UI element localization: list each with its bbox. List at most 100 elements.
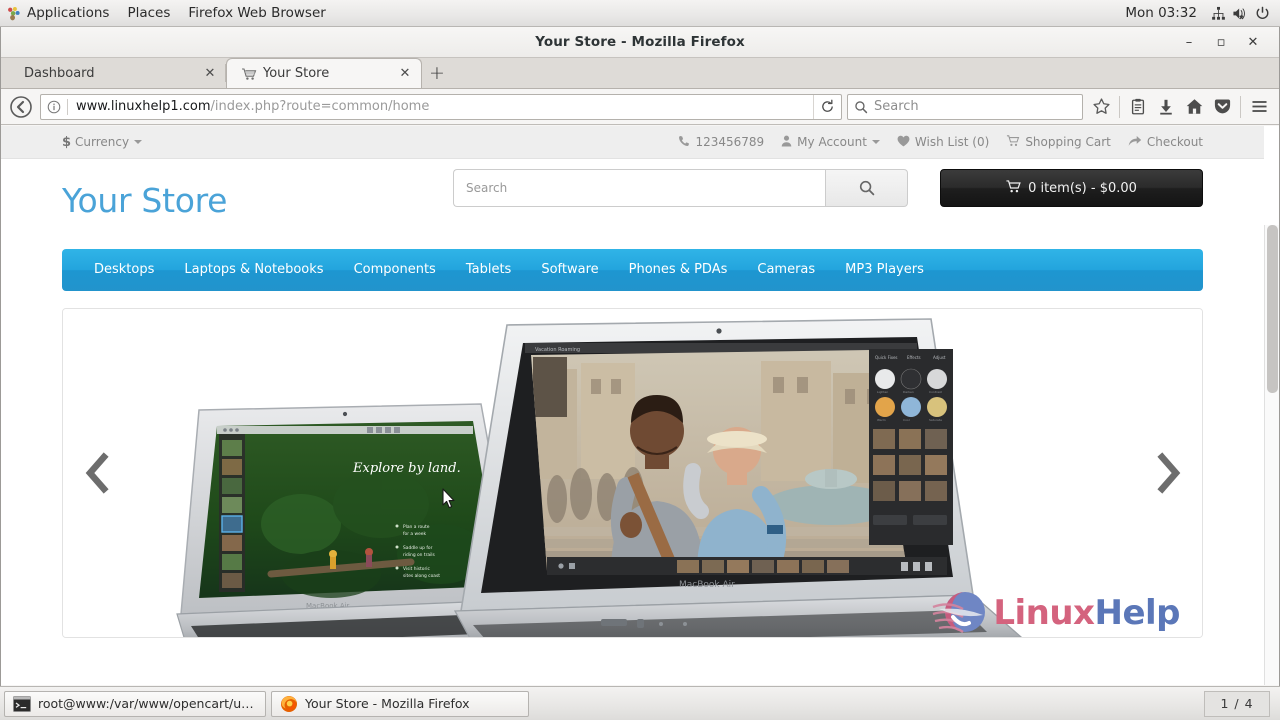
tab-strip: Dashboard ✕ Your Store ✕ +	[1, 58, 1279, 89]
svg-text:Vacation Roaming: Vacation Roaming	[535, 347, 580, 353]
currency-selector[interactable]: $ Currency	[62, 134, 143, 150]
svg-text:Saddle up for: Saddle up for	[403, 545, 433, 551]
taskbar-item-firefox[interactable]: Your Store - Mozilla Firefox	[271, 690, 529, 717]
maximize-button[interactable]: ▫	[1205, 27, 1237, 58]
phone-icon	[678, 135, 695, 150]
checkout-label: Checkout	[1146, 135, 1203, 149]
downloads-icon[interactable]	[1152, 93, 1180, 121]
heart-icon	[897, 135, 915, 150]
cart-total-label: 0 item(s) - $0.00	[1028, 180, 1137, 196]
nav-item-phones-pdas[interactable]: Phones & PDAs	[614, 249, 743, 291]
applications-menu[interactable]: Applications	[0, 0, 118, 27]
store-logo[interactable]: Your Store	[62, 181, 227, 220]
tab-your-store[interactable]: Your Store ✕	[226, 58, 422, 88]
taskbar-item-terminal-label: root@www:/var/www/opencart/upl...	[38, 696, 257, 711]
cart-total-button[interactable]: 0 item(s) - $0.00	[940, 169, 1203, 207]
power-icon[interactable]	[1251, 0, 1273, 27]
tab-dashboard-label: Dashboard	[24, 65, 95, 81]
url-host: www.linuxhelp1.com	[76, 99, 211, 114]
taskbar-item-terminal[interactable]: root@www:/var/www/opencart/upl...	[4, 690, 266, 717]
page-scrollbar[interactable]	[1264, 225, 1279, 685]
window-list-taskbar: root@www:/var/www/opencart/upl... Your S…	[0, 686, 1280, 720]
carousel-prev-button[interactable]	[75, 445, 119, 501]
home-icon[interactable]	[1180, 93, 1208, 121]
window-controls: – ▫ ✕	[1173, 27, 1279, 58]
linuxhelp-watermark-text: LinuxHelp	[993, 593, 1180, 633]
url-bar[interactable]: www.linuxhelp1.com/index.php?route=commo…	[40, 93, 842, 120]
gnome-foot-icon	[6, 6, 21, 21]
cart-icon	[1006, 179, 1028, 197]
nav-item-laptops-notebooks[interactable]: Laptops & Notebooks	[169, 249, 338, 291]
close-button[interactable]: ✕	[1237, 27, 1269, 58]
store-phone[interactable]: 123456789	[678, 135, 764, 150]
svg-text:Warm: Warm	[877, 418, 886, 422]
firefox-icon	[280, 695, 298, 713]
volume-muted-icon[interactable]	[1229, 0, 1251, 27]
toolbar-separator	[1119, 95, 1120, 118]
svg-text:Explore by land.: Explore by land.	[352, 461, 461, 476]
svg-text:Quick Fixes: Quick Fixes	[875, 355, 898, 360]
opencart-storefront: $ Currency 123456789 My Account Wish Lis…	[1, 126, 1264, 685]
wish-list-link[interactable]: Wish List (0)	[897, 135, 989, 150]
browser-search-bar[interactable]: Search	[847, 93, 1083, 120]
currency-label: Currency	[75, 135, 130, 149]
store-phone-label: 123456789	[695, 135, 765, 149]
user-icon	[781, 135, 797, 150]
nav-item-mp3-players[interactable]: MP3 Players	[830, 249, 939, 291]
cart-icon	[1006, 134, 1025, 150]
minimize-button[interactable]: –	[1173, 27, 1205, 58]
store-search-input[interactable]	[453, 169, 825, 207]
library-icon[interactable]	[1124, 93, 1152, 121]
network-icon[interactable]	[1207, 0, 1229, 27]
pocket-icon[interactable]	[1208, 93, 1236, 121]
currency-symbol: $	[62, 134, 72, 150]
bookmark-star-icon[interactable]	[1087, 93, 1115, 121]
tab-your-store-close-icon[interactable]: ✕	[397, 66, 413, 82]
nav-item-cameras[interactable]: Cameras	[742, 249, 830, 291]
svg-text:Darken: Darken	[903, 390, 914, 394]
svg-text:MacBook Air: MacBook Air	[679, 580, 735, 590]
store-search-group	[453, 169, 908, 207]
places-menu-label: Places	[127, 5, 171, 21]
watermark-part-linux: Linux	[993, 593, 1095, 633]
my-account-link[interactable]: My Account	[781, 135, 880, 150]
nav-item-components[interactable]: Components	[339, 249, 451, 291]
store-topbar-inner: $ Currency 123456789 My Account Wish Lis…	[62, 126, 1203, 159]
workspace-indicator[interactable]: 1 / 4	[1204, 690, 1270, 717]
my-account-label: My Account	[797, 135, 867, 149]
svg-text:Plan a route: Plan a route	[403, 524, 430, 530]
page-scrollbar-thumb[interactable]	[1267, 225, 1278, 393]
category-nav: Desktops Laptops & Notebooks Components …	[62, 249, 1203, 291]
places-menu[interactable]: Places	[118, 0, 179, 27]
store-topbar-links: 123456789 My Account Wish List (0) Shopp…	[661, 134, 1203, 150]
store-search-button[interactable]	[825, 169, 908, 207]
nav-item-software[interactable]: Software	[526, 249, 613, 291]
mouse-cursor	[442, 488, 456, 509]
share-arrow-icon	[1128, 135, 1147, 150]
toolbar-separator-2	[1240, 95, 1241, 118]
menu-icon[interactable]	[1245, 93, 1273, 121]
panel-menu-group: Applications Places Firefox Web Browser	[0, 0, 335, 27]
nav-item-desktops[interactable]: Desktops	[79, 249, 169, 291]
active-application-menu[interactable]: Firefox Web Browser	[179, 0, 334, 27]
reload-icon[interactable]	[813, 94, 841, 119]
identity-icon[interactable]	[41, 100, 67, 114]
panel-clock[interactable]: Mon 03:32	[1115, 5, 1207, 21]
wish-list-label: Wish List (0)	[914, 135, 990, 149]
back-icon[interactable]	[7, 93, 35, 121]
checkout-link[interactable]: Checkout	[1128, 135, 1203, 150]
tab-your-store-label: Your Store	[263, 66, 330, 81]
nav-item-tablets[interactable]: Tablets	[451, 249, 527, 291]
shopping-cart-link[interactable]: Shopping Cart	[1006, 134, 1111, 150]
shopping-cart-label: Shopping Cart	[1025, 135, 1111, 149]
cart-icon	[241, 66, 257, 82]
panel-status-area: Mon 03:32	[1115, 0, 1280, 27]
svg-text:Adjust: Adjust	[933, 355, 946, 360]
active-application-label: Firefox Web Browser	[188, 5, 326, 21]
tab-dashboard[interactable]: Dashboard ✕	[10, 58, 226, 88]
carousel-next-button[interactable]	[1146, 445, 1190, 501]
new-tab-button[interactable]: +	[422, 58, 452, 88]
svg-text:Effects: Effects	[907, 355, 921, 360]
tab-dashboard-close-icon[interactable]: ✕	[202, 65, 218, 81]
gnome-top-panel: Applications Places Firefox Web Browser …	[0, 0, 1280, 27]
